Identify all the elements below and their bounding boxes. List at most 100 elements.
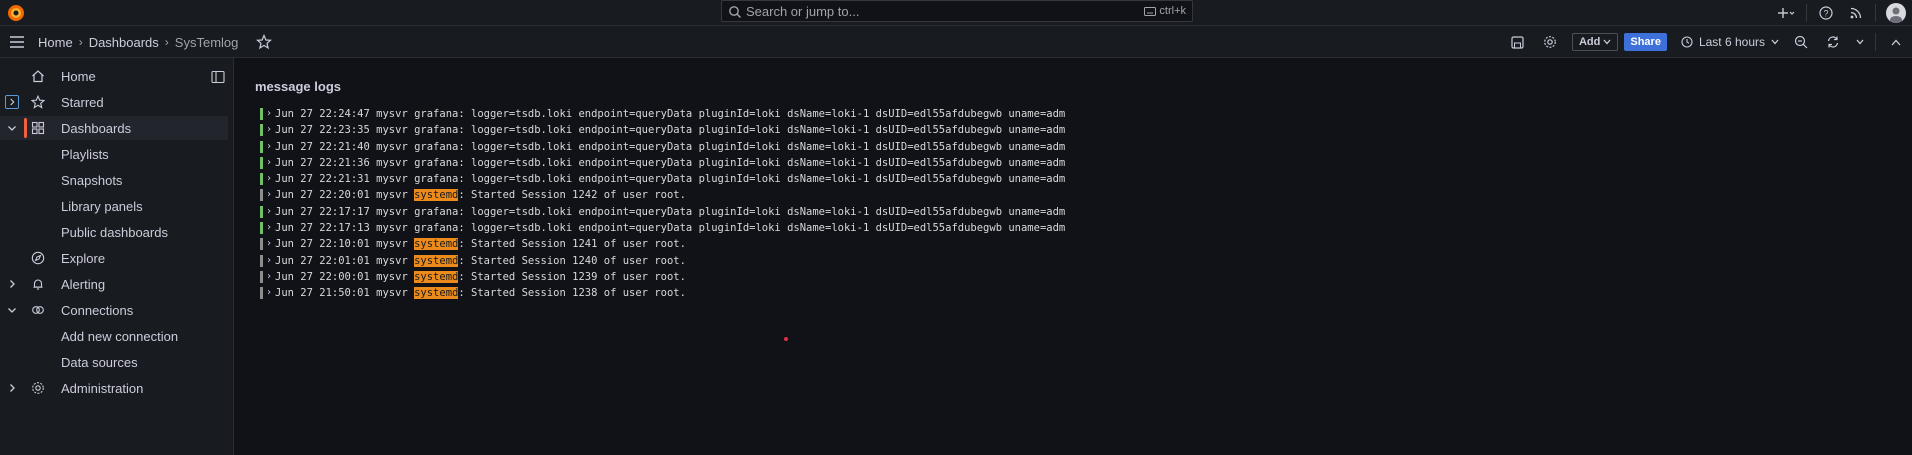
time-range-picker[interactable]: Last 6 hours [1675, 35, 1785, 49]
log-level-indicator [260, 205, 263, 218]
log-level-indicator [260, 173, 263, 186]
plus-icon [1778, 8, 1795, 18]
sidebar-item-starred[interactable]: Starred [0, 90, 228, 114]
expand-chevron-icon[interactable]: › [266, 220, 272, 236]
log-row[interactable]: › Jun 27 22:10:01 mysvr systemd: Started … [260, 236, 1066, 252]
expand-chevron-icon[interactable]: › [266, 171, 272, 187]
log-message: : logger=tsdb.loki endpoint=queryData pl… [458, 222, 1066, 235]
svg-text:?: ? [1823, 9, 1828, 19]
log-timestamp: Jun 27 22:21:31 [275, 173, 370, 186]
sidebar-item-label: Dashboards [61, 121, 132, 136]
share-button[interactable]: Share [1624, 33, 1667, 51]
sidebar-item-explore[interactable]: Explore [0, 246, 228, 270]
log-row[interactable]: › Jun 27 21:50:01 mysvr systemd: Started … [260, 285, 1066, 301]
breadcrumb-separator-icon: › [78, 35, 83, 49]
sidebar-item-data-sources[interactable]: Data sources [0, 350, 228, 374]
log-host: mysvr [376, 124, 408, 137]
sidebar-item-snapshots[interactable]: Snapshots [0, 168, 228, 192]
log-host: mysvr [376, 108, 408, 120]
help-button[interactable]: ? [1811, 2, 1841, 24]
breadcrumb-separator-icon: › [164, 35, 169, 49]
sidebar-item-label: Administration [61, 381, 144, 396]
log-row[interactable]: › Jun 27 22:17:17 mysvr grafana: logger=t… [260, 204, 1066, 220]
user-avatar[interactable] [1886, 3, 1906, 23]
search-input[interactable]: Search or jump to... ctrl+k [721, 0, 1193, 22]
sidebar-item-public-dashboards[interactable]: Public dashboards [0, 220, 228, 244]
log-process: grafana [414, 173, 459, 186]
news-button[interactable] [1841, 2, 1871, 24]
chevron-down-icon[interactable] [5, 303, 19, 317]
breadcrumb-dashboards[interactable]: Dashboards [89, 35, 159, 50]
save-icon [1511, 35, 1525, 49]
log-row[interactable]: › Jun 27 22:00:01 mysvr systemd: Started … [260, 269, 1066, 285]
grafana-logo-icon[interactable] [6, 3, 26, 23]
expand-chevron-icon[interactable]: › [266, 253, 272, 269]
log-process: grafana [414, 156, 459, 169]
logs-panel: › Jun 27 22:24:47 mysvr grafana: logger=t… [260, 106, 1066, 302]
zoom-out-button[interactable] [1787, 30, 1815, 54]
sidebar-item-label: Explore [61, 251, 106, 266]
chevron-right-icon[interactable] [5, 95, 19, 109]
sidebar-item-label: Library panels [61, 199, 143, 214]
panel-title[interactable]: message logs [255, 79, 341, 94]
search-shortcut-label: ctrl+k [1159, 5, 1186, 17]
expand-chevron-icon[interactable]: › [266, 106, 272, 122]
log-message: : logger=tsdb.loki endpoint=queryData pl… [458, 156, 1066, 169]
log-host: mysvr [376, 254, 408, 267]
log-process-highlight: systemd [414, 238, 459, 251]
expand-chevron-icon[interactable]: › [266, 269, 272, 285]
chevron-right-icon[interactable] [5, 277, 19, 291]
log-row[interactable]: › Jun 27 22:21:40 mysvr grafana: logger=t… [260, 139, 1066, 155]
expand-chevron-icon[interactable]: › [266, 122, 272, 138]
log-row[interactable]: › Jun 27 22:17:13 mysvr grafana: logger=t… [260, 220, 1066, 236]
log-row[interactable]: › Jun 27 22:21:31 mysvr grafana: logger=t… [260, 171, 1066, 187]
expand-chevron-icon[interactable]: › [266, 285, 272, 301]
dashboard-actions: Add Share Last 6 hours [1502, 26, 1912, 58]
log-row[interactable]: › Jun 27 22:24:47 mysvr grafana: logger=t… [260, 106, 1066, 122]
log-message: : Started Session 1238 of user root. [458, 287, 686, 300]
expand-chevron-icon[interactable]: › [266, 155, 272, 171]
link-icon [32, 306, 44, 314]
time-range-label: Last 6 hours [1698, 35, 1765, 49]
new-menu-button[interactable] [1772, 2, 1802, 24]
sidebar-item-administration[interactable]: Administration [0, 376, 228, 400]
save-dashboard-button[interactable] [1504, 30, 1532, 54]
sidebar-item-playlists[interactable]: Playlists [0, 142, 228, 166]
divider [1875, 33, 1876, 51]
sidebar-item-add-new-connection[interactable]: Add new connection [0, 324, 228, 348]
log-row[interactable]: › Jun 27 22:23:35 mysvr grafana: logger=t… [260, 122, 1066, 138]
star-icon[interactable] [256, 34, 273, 50]
breadcrumb-home[interactable]: Home [38, 35, 73, 50]
log-process: grafana [414, 222, 459, 235]
collapse-header-button[interactable] [1882, 30, 1910, 54]
sidebar-item-dashboards[interactable]: Dashboards [0, 116, 228, 140]
dashboard-settings-button[interactable] [1536, 30, 1564, 54]
sidebar-item-library-panels[interactable]: Library panels [0, 194, 228, 218]
refresh-button[interactable] [1819, 30, 1847, 54]
sidebar-item-home[interactable]: Home [0, 64, 228, 88]
sidebar-item-alerting[interactable]: Alerting [0, 272, 228, 296]
log-line-text: Jun 27 22:10:01 mysvr systemd: Started S… [275, 236, 686, 252]
add-button[interactable]: Add [1571, 33, 1619, 51]
expand-chevron-icon[interactable]: › [266, 204, 272, 220]
log-process-highlight: systemd [414, 270, 459, 283]
chevron-down-icon[interactable] [5, 121, 19, 135]
log-row[interactable]: › Jun 27 22:20:01 mysvr systemd: Started … [260, 187, 1066, 203]
sidebar-item-label: Starred [61, 95, 104, 110]
expand-chevron-icon[interactable]: › [266, 139, 272, 155]
expand-chevron-icon[interactable]: › [266, 187, 272, 203]
log-row[interactable]: › Jun 27 22:01:01 mysvr systemd: Started … [260, 253, 1066, 269]
log-process: grafana [414, 205, 459, 218]
zoom-out-icon [1794, 35, 1808, 49]
sidebar-item-connections[interactable]: Connections [0, 298, 228, 322]
log-line-text: Jun 27 21:50:01 mysvr systemd: Started S… [275, 285, 686, 301]
log-line-text: Jun 27 22:21:40 mysvr grafana: logger=ts… [275, 139, 1066, 155]
expand-chevron-icon[interactable]: › [266, 236, 272, 252]
log-row[interactable]: › Jun 27 22:21:36 mysvr grafana: logger=t… [260, 155, 1066, 171]
chevron-right-icon[interactable] [5, 381, 19, 395]
refresh-icon [1827, 36, 1839, 48]
refresh-interval-button[interactable] [1851, 30, 1869, 54]
log-level-indicator [260, 287, 263, 300]
log-line-text: Jun 27 22:17:13 mysvr grafana: logger=ts… [275, 220, 1066, 236]
menu-icon[interactable] [8, 33, 26, 51]
